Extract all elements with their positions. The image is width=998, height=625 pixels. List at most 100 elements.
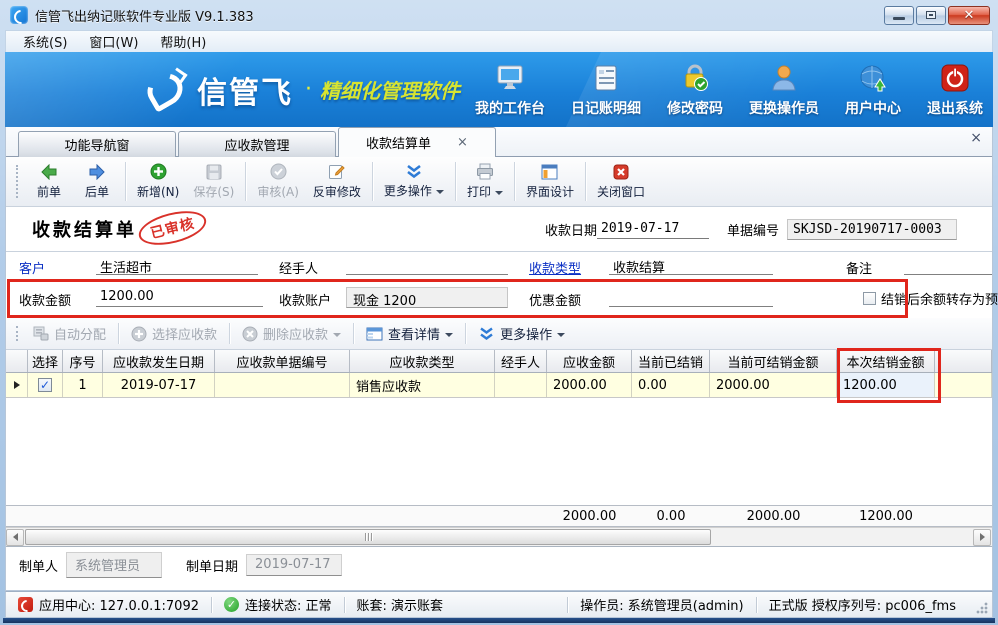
license-status: 正式版 授权序列号: pc006_fms	[757, 595, 968, 614]
exit-system-button[interactable]: 退出系统	[927, 62, 983, 118]
col-date[interactable]: 应收款发生日期	[103, 350, 215, 372]
status-bar: 应用中心: 127.0.0.1:7092 ✓ 连接状态: 正常 账套: 演示账套…	[5, 591, 993, 618]
user-center-button[interactable]: 用户中心	[845, 62, 901, 118]
brand-tagline: 精细化管理软件	[320, 75, 460, 104]
minimize-button[interactable]	[884, 6, 914, 25]
receipt-type-field[interactable]: 收款结算	[609, 255, 773, 275]
row-select-cell[interactable]: ✓	[28, 373, 63, 397]
grid-horizontal-scrollbar[interactable]	[6, 527, 992, 546]
globe-icon	[856, 62, 890, 94]
handler-label: 经手人	[279, 258, 318, 277]
more-actions-button[interactable]: 更多操作	[377, 160, 451, 204]
app-logo-small-icon	[18, 597, 33, 612]
menu-window[interactable]: 窗口(W)	[80, 30, 147, 53]
col-settled[interactable]: 当前已结销	[632, 350, 710, 372]
row-current-cell[interactable]: 1200.00	[837, 373, 935, 397]
transfer-balance-option[interactable]: 结销后余额转存为预	[863, 289, 998, 308]
make-date-field: 2019-07-17	[246, 554, 342, 576]
window-title: 信管飞出纳记账软件专业版 V9.1.383	[35, 6, 254, 25]
scroll-right-icon	[980, 533, 985, 541]
receipt-account-label: 收款账户	[279, 290, 331, 309]
receipt-account-field[interactable]: 现金 1200	[346, 287, 508, 308]
app-logo-icon	[10, 6, 28, 24]
journal-detail-button[interactable]: 日记账明细	[571, 62, 641, 118]
scroll-right-button[interactable]	[973, 529, 991, 546]
row-date-cell: 2019-07-17	[103, 373, 215, 397]
col-type[interactable]: 应收款类型	[350, 350, 495, 372]
form-header: 收款结算单 已审核 收款日期 2019-07-17 单据编号 SKJSD-201…	[6, 207, 992, 252]
customer-field[interactable]: 生活超市	[96, 255, 258, 275]
workbench-button[interactable]: 我的工作台	[475, 62, 545, 118]
receipt-type-label[interactable]: 收款类型	[529, 258, 581, 277]
tab-function-nav[interactable]: 功能导航窗	[18, 131, 176, 157]
scrollbar-thumb[interactable]	[25, 529, 711, 545]
transfer-balance-checkbox[interactable]	[863, 292, 876, 305]
tab-close-icon[interactable]: ×	[457, 136, 468, 149]
auto-allocate-icon	[33, 326, 49, 341]
tab-receivable-mgmt[interactable]: 应收款管理	[178, 131, 336, 157]
remark-field[interactable]	[904, 255, 992, 275]
col-amount[interactable]: 应收金额	[547, 350, 632, 372]
grid-data-row[interactable]: ✓ 1 2019-07-17 销售应收款 2000.00 0.00 2000.0…	[6, 373, 992, 398]
row-doc-no-cell	[215, 373, 350, 397]
ui-design-button[interactable]: 界面设计	[519, 160, 581, 204]
next-doc-button[interactable]: 后单	[73, 160, 121, 204]
tabstrip-close-icon[interactable]: ×	[970, 131, 982, 145]
auto-allocate-button: 自动分配	[25, 320, 114, 347]
restore-icon	[926, 11, 936, 19]
print-button[interactable]: 打印	[460, 160, 510, 204]
unaudit-button[interactable]: 反审修改	[306, 160, 368, 204]
menu-system[interactable]: 系统(S)	[14, 30, 76, 53]
brand-name: 信管飞	[197, 68, 293, 112]
dropdown-caret-icon	[557, 333, 565, 337]
audit-check-icon	[270, 163, 287, 180]
restore-button[interactable]	[916, 6, 946, 25]
discount-amount-field[interactable]	[609, 287, 773, 307]
brand-logo: 信管飞 · 精细化管理软件	[143, 68, 460, 112]
scroll-left-icon	[13, 533, 18, 541]
grid-totals-row: 2000.00 0.00 2000.00 1200.00	[6, 505, 992, 527]
change-password-button[interactable]: 修改密码	[667, 62, 723, 118]
row-checkbox[interactable]: ✓	[38, 378, 52, 392]
app-center-status: 应用中心: 127.0.0.1:7092	[6, 595, 211, 614]
total-available: 2000.00	[710, 506, 837, 526]
menu-help[interactable]: 帮助(H)	[151, 30, 215, 53]
save-icon	[206, 164, 222, 180]
row-handler-cell	[495, 373, 547, 397]
switch-operator-button[interactable]: 更换操作员	[749, 62, 819, 118]
scroll-left-button[interactable]	[6, 529, 24, 546]
transfer-balance-label: 结销后余额转存为预	[881, 289, 998, 308]
double-chevron-down-icon	[405, 164, 423, 179]
receipt-date-field[interactable]: 2019-07-17	[597, 220, 709, 239]
delete-receivable-button: 删除应收款	[234, 320, 349, 347]
dropdown-caret-icon	[445, 333, 453, 337]
toolbar-grip	[16, 326, 21, 341]
col-handler[interactable]: 经手人	[495, 350, 547, 372]
form-row-2: 收款金额 1200.00 收款账户 现金 1200 优惠金额 结销后余额转存为预	[6, 281, 992, 318]
view-detail-button[interactable]: 查看详情	[358, 320, 461, 347]
total-amount: 2000.00	[547, 506, 632, 526]
maker-label: 制单人	[19, 556, 58, 575]
row-indicator	[6, 373, 28, 397]
row-amount-cell: 2000.00	[547, 373, 632, 397]
col-select[interactable]: 选择	[28, 350, 63, 372]
connection-status: ✓ 连接状态: 正常	[212, 595, 344, 614]
arrow-right-icon	[88, 164, 106, 180]
brand-mark-icon	[143, 70, 187, 110]
receipt-amount-field[interactable]: 1200.00	[96, 287, 263, 307]
resize-grip[interactable]	[976, 602, 988, 614]
close-button[interactable]: ✕	[948, 6, 990, 25]
prev-doc-button[interactable]: 前单	[25, 160, 73, 204]
col-doc-no[interactable]: 应收款单据编号	[215, 350, 350, 372]
dropdown-caret-icon	[333, 333, 341, 337]
handler-field[interactable]	[346, 255, 508, 275]
add-button[interactable]: 新增(N)	[130, 160, 186, 204]
tab-receipt-settlement[interactable]: 收款结算单 ×	[338, 127, 496, 157]
col-available[interactable]: 当前可结销金额	[710, 350, 837, 372]
col-seq[interactable]: 序号	[63, 350, 103, 372]
grid-header-row: 选择 序号 应收款发生日期 应收款单据编号 应收款类型 经手人 应收金额 当前已…	[6, 350, 992, 373]
close-window-button[interactable]: 关闭窗口	[590, 160, 652, 204]
col-current[interactable]: 本次结销金额	[837, 350, 935, 372]
grid-toolbar: 自动分配 选择应收款 删除应收款 查看详情 更多操作	[6, 318, 992, 350]
grid-more-actions-button[interactable]: 更多操作	[470, 320, 573, 347]
